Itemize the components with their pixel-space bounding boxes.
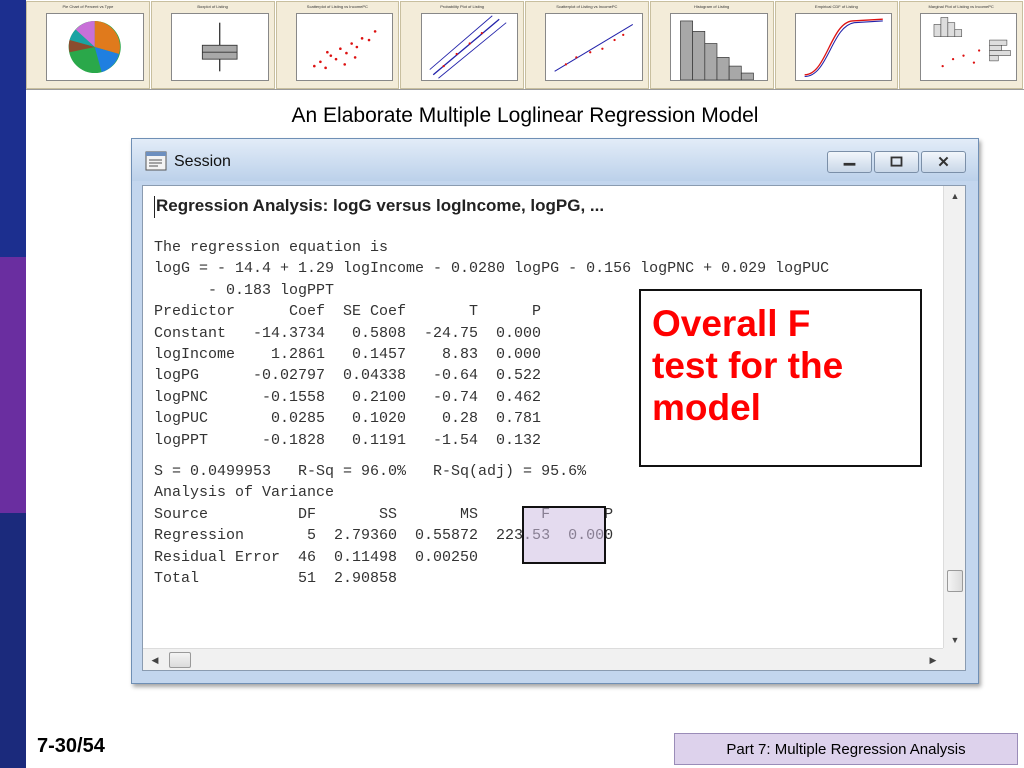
scroll-left-arrow-icon[interactable]: ◀ <box>147 652 163 668</box>
marginal-plot-graphic <box>933 17 1011 68</box>
thumbnail-title: Empirical CDF of Listing <box>814 4 858 9</box>
callout-line: Overall F <box>652 303 811 344</box>
callout-line: model <box>652 387 761 428</box>
thumbnail-marginal-plot: Marginal Plot of Listing vs IncomePC <box>899 1 1023 89</box>
close-button[interactable] <box>921 151 966 173</box>
resize-grip-icon[interactable] <box>943 648 965 670</box>
scatterplot-plot <box>295 13 394 81</box>
minimize-icon <box>843 162 856 166</box>
empirical-cdf-plot <box>794 13 893 81</box>
scroll-up-arrow-icon[interactable]: ▲ <box>947 188 963 204</box>
equation-plot <box>545 13 643 81</box>
maximize-icon <box>890 156 903 167</box>
pie-chart-plot <box>46 13 144 81</box>
slide-title: An Elaborate Multiple Loglinear Regressi… <box>291 104 759 127</box>
session-icon <box>145 151 167 171</box>
window-titlebar[interactable]: Session <box>132 139 978 181</box>
thumbnail-equation: Scatterplot of Listing vs IncomePC <box>525 1 649 89</box>
thumbnail-title: Marginal Plot of Listing vs IncomePC <box>928 4 994 9</box>
thumbnail-title: Histogram of Listing <box>693 4 730 9</box>
thumbnail-title: Scatterplot of Listing vs IncomePC <box>556 4 618 9</box>
scroll-down-arrow-icon[interactable]: ▼ <box>947 632 963 648</box>
left-band-top <box>0 0 26 257</box>
output-heading: Regression Analysis: logG versus logInco… <box>154 196 945 218</box>
footer-label: Part 7: Multiple Regression Analysis <box>674 733 1018 765</box>
histogram-graphic <box>680 20 755 80</box>
left-band-middle <box>0 257 26 513</box>
thumbnail-empirical-cdf: Empirical CDF of Listing <box>774 1 899 89</box>
f-statistic-highlight <box>522 506 606 564</box>
horizontal-scroll-thumb[interactable] <box>169 652 191 668</box>
horizontal-scrollbar[interactable]: ◀ ▶ <box>143 648 945 670</box>
equation-plot-graphic <box>554 23 634 72</box>
equation-line: logG = - 14.4 + 1.29 logIncome - 0.0280 … <box>154 260 830 278</box>
window-title: Session <box>174 153 231 170</box>
callout-box: Overall F test for the model <box>639 289 922 467</box>
callout-line: test for the <box>652 345 844 386</box>
histogram-plot <box>670 13 768 81</box>
thumbnail-pie-chart: Pie Chart of Percent vs Type <box>26 1 150 89</box>
equation-intro: The regression equation is <box>154 239 389 256</box>
close-icon <box>938 156 949 167</box>
scroll-right-arrow-icon[interactable]: ▶ <box>925 652 941 668</box>
probability-plot-graphic <box>429 15 507 79</box>
thumbnail-title: Boxplot of Listing <box>197 4 228 9</box>
maximize-button[interactable] <box>874 151 919 173</box>
anova-title: Analysis of Variance <box>154 484 335 502</box>
thumbnail-title: Scatterplot of Listing vs IncomePC <box>306 4 368 9</box>
boxplot-plot <box>171 13 269 81</box>
page-number: 7-30/54 <box>37 735 105 757</box>
boxplot-graphic <box>202 22 238 72</box>
thumbnail-histogram: Histogram of Listing <box>649 1 774 89</box>
thumbnail-strip: Pie Chart of Percent vs Type Boxplot of … <box>26 0 1024 90</box>
minimize-button[interactable] <box>827 151 872 173</box>
thumbnail-probability-plot: Probability Plot of Listing <box>400 1 524 89</box>
thumbnail-title: Probability Plot of Listing <box>440 4 485 9</box>
left-band-bottom <box>0 513 26 768</box>
scatterplot-graphic <box>312 30 377 70</box>
vertical-scroll-thumb[interactable] <box>947 570 963 592</box>
vertical-scrollbar[interactable]: ▲ ▼ <box>943 186 965 650</box>
thumbnail-title: Pie Chart of Percent vs Type <box>62 4 114 9</box>
anova-row: Total 51 2.90858 <box>154 570 398 588</box>
probability-plot <box>420 13 519 81</box>
pie-chart-graphic <box>69 20 122 74</box>
marginal-plot <box>919 13 1018 81</box>
empirical-cdf-graphic <box>804 18 883 78</box>
thumbnail-boxplot: Boxplot of Listing <box>150 1 275 89</box>
thumbnail-scatterplot: Scatterplot of Listing vs IncomePC <box>275 1 400 89</box>
